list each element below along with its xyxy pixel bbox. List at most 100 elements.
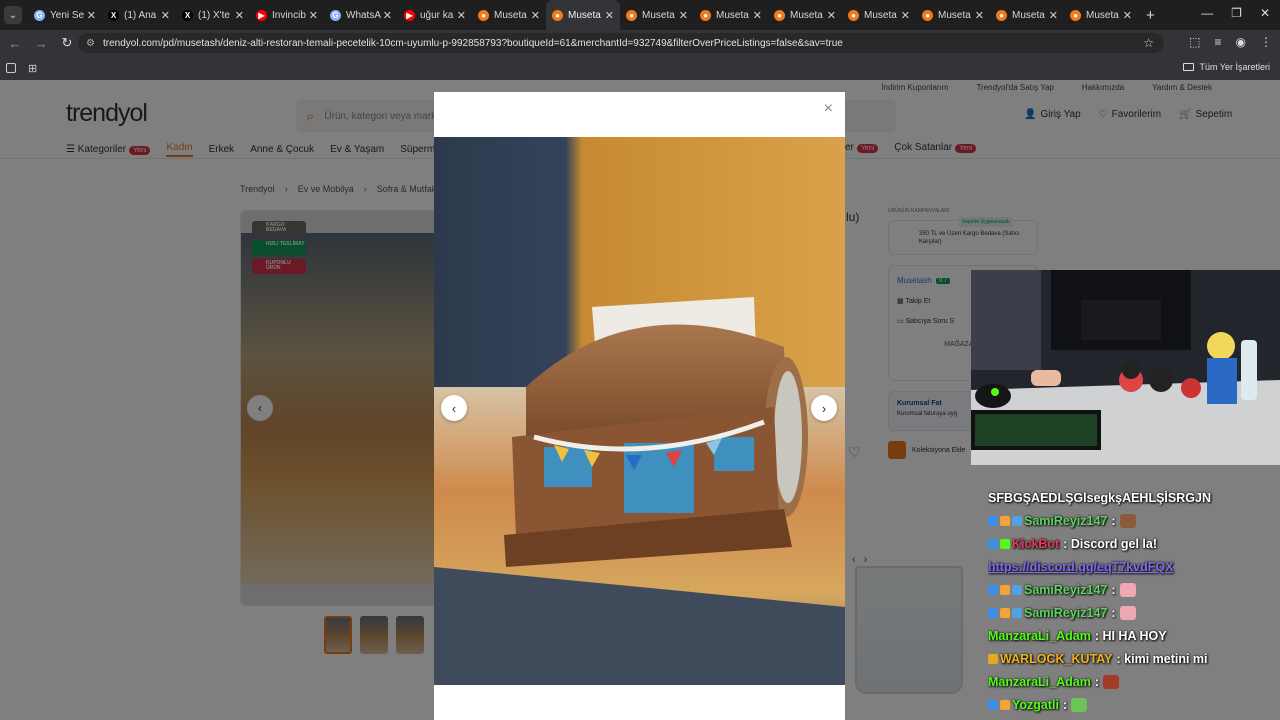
browser-tab[interactable]: ▶ Invincib ✕ <box>250 0 324 30</box>
tab-favicon-icon: ● <box>848 9 859 21</box>
url-text[interactable]: trendyol.com/pd/musetash/deniz-alti-rest… <box>103 38 843 49</box>
chat-text: : <box>1111 582 1116 597</box>
chat-username[interactable]: WARLOCK_KUTAY <box>1000 652 1113 666</box>
restore-icon[interactable]: ❐ <box>1231 6 1242 20</box>
minimize-icon[interactable]: — <box>1201 6 1213 20</box>
modal-prev-button[interactable]: ‹ <box>441 395 467 421</box>
tab-close-icon[interactable]: ✕ <box>309 9 318 22</box>
chat-username[interactable]: SamiReyiz147 <box>1024 514 1107 528</box>
tab-close-icon[interactable]: ✕ <box>975 9 984 22</box>
back-icon[interactable]: ← <box>4 36 26 51</box>
media-icon[interactable]: ≡ <box>1215 35 1222 49</box>
all-bookmarks[interactable]: Tüm Yer İşaretleri <box>1183 62 1270 72</box>
tab-close-icon[interactable]: ✕ <box>531 9 540 22</box>
tab-close-icon[interactable]: ✕ <box>605 9 614 22</box>
tab-favicon-icon: ● <box>626 9 637 21</box>
tissue-holder-photo <box>434 137 845 685</box>
chat-badge-icon <box>988 538 998 549</box>
apps-grid-icon[interactable]: ⊞ <box>28 62 37 75</box>
address-bar[interactable]: ⚙ trendyol.com/pd/musetash/deniz-alti-re… <box>78 33 1164 53</box>
all-bookmarks-label: Tüm Yer İşaretleri <box>1199 62 1270 72</box>
tab-close-icon[interactable]: ✕ <box>901 9 910 22</box>
folder-icon <box>1183 63 1195 71</box>
chat-badge-icon <box>1012 607 1022 618</box>
chat-badge-icon <box>1012 515 1022 526</box>
browser-tab[interactable]: ● Museta ✕ <box>1064 0 1138 30</box>
chat-message: KickBot: Discord gel la! <box>988 532 1280 555</box>
browser-tab[interactable]: ● Museta ✕ <box>916 0 990 30</box>
chat-text: : <box>1111 605 1116 620</box>
chat-badge-icon <box>988 515 998 526</box>
chat-badge-icon <box>1000 699 1010 710</box>
tab-close-icon[interactable]: ✕ <box>87 9 96 22</box>
extensions-icon[interactable]: ⬚ <box>1189 35 1200 49</box>
screen: ⌄ G Yeni Se ✕ X (1) Ana ✕ X (1) X'te ✕ ▶ Invincib ✕… <box>0 0 1280 720</box>
browser-tab[interactable]: ● Museta ✕ <box>842 0 916 30</box>
chat-message: https://discord.gg/eqT7kvdFQX <box>988 555 1280 578</box>
chat-username[interactable]: KickBot <box>1012 537 1059 551</box>
chat-emote-icon <box>1119 513 1136 528</box>
chat-badge-icon <box>988 699 998 710</box>
chat-username[interactable]: SamiReyiz147 <box>1024 583 1107 597</box>
chat-text: : kimi metini mi <box>1116 651 1208 666</box>
chat-text: : <box>1111 513 1116 528</box>
chat-message: ManzaraLi_Adam: HI HA HOY <box>988 624 1280 647</box>
tab-close-icon[interactable]: ✕ <box>679 9 688 22</box>
tab-title: Museta <box>568 9 601 21</box>
chat-username[interactable]: Yozgatli <box>1012 698 1059 712</box>
browser-tab[interactable]: X (1) X'te ✕ <box>176 0 250 30</box>
tab-title: WhatsA <box>346 9 381 21</box>
bookmark-star-icon[interactable]: ☆ <box>1143 36 1154 50</box>
tab-close-icon[interactable]: ✕ <box>457 9 466 22</box>
tab-title: Museta <box>1086 9 1119 21</box>
browser-tab[interactable]: G Yeni Se ✕ <box>28 0 102 30</box>
tab-favicon-icon: ▶ <box>404 9 415 21</box>
tab-title: Museta <box>790 9 823 21</box>
browser-tab[interactable]: ▶ uğur ka ✕ <box>398 0 472 30</box>
browser-tab[interactable]: X (1) Ana ✕ <box>102 0 176 30</box>
chat-link[interactable]: https://discord.gg/eqT7kvdFQX <box>988 560 1173 574</box>
browser-tab[interactable]: ● Museta ✕ <box>620 0 694 30</box>
new-tab-icon[interactable]: + <box>1146 7 1155 24</box>
browser-tab[interactable]: ● Museta ✕ <box>472 0 546 30</box>
browser-tab[interactable]: ● Museta ✕ <box>546 0 620 30</box>
tab-close-icon[interactable]: ✕ <box>1123 9 1132 22</box>
forward-icon[interactable]: → <box>30 36 52 51</box>
tab-close-icon[interactable]: ✕ <box>161 9 170 22</box>
tab-close-icon[interactable]: ✕ <box>383 9 392 22</box>
close-window-icon[interactable]: ✕ <box>1260 6 1270 20</box>
browser-tab[interactable]: ● Museta ✕ <box>768 0 842 30</box>
chat-username[interactable]: ManzaraLi_Adam <box>988 629 1091 643</box>
tab-favicon-icon: ● <box>996 9 1007 21</box>
modal-next-button[interactable]: › <box>811 395 837 421</box>
tab-close-icon[interactable]: ✕ <box>827 9 836 22</box>
tab-title: Museta <box>864 9 897 21</box>
tab-search-icon[interactable]: ⌄ <box>4 6 22 24</box>
reload-icon[interactable]: ↻ <box>56 35 78 51</box>
browser-tab[interactable]: ● Museta ✕ <box>990 0 1064 30</box>
toolbar-actions: ⬚ ≡ ◉ ⋮ <box>1189 35 1272 49</box>
tab-strip: G Yeni Se ✕ X (1) Ana ✕ X (1) X'te ✕ ▶ Invincib ✕ G W… <box>28 0 1138 30</box>
tab-title: (1) X'te <box>198 9 230 21</box>
tab-favicon-icon: ▶ <box>256 9 267 21</box>
tab-favicon-icon: ● <box>922 9 933 21</box>
browser-tab[interactable]: ● Museta ✕ <box>694 0 768 30</box>
tab-title: (1) Ana <box>124 9 157 21</box>
chat-message: SamiReyiz147: <box>988 509 1280 532</box>
chat-username[interactable]: ManzaraLi_Adam <box>988 675 1091 689</box>
chat-message: ManzaraLi_Adam: <box>988 670 1280 693</box>
chat-text: SFBGŞAEDLŞGlsegkşAEHLŞİSRGJN <box>988 490 1211 505</box>
close-icon[interactable]: × <box>824 100 833 118</box>
bookmarks-bar: ⊞ Tüm Yer İşaretleri <box>0 56 1280 80</box>
bookmark-page-icon[interactable] <box>6 63 16 73</box>
tab-title: Invincib <box>272 9 306 21</box>
menu-icon[interactable]: ⋮ <box>1260 35 1272 49</box>
tab-close-icon[interactable]: ✕ <box>1049 9 1058 22</box>
site-info-icon[interactable]: ⚙ <box>86 38 95 49</box>
tab-close-icon[interactable]: ✕ <box>235 9 244 22</box>
profile-icon[interactable]: ◉ <box>1236 35 1246 49</box>
chat-username[interactable]: SamiReyiz147 <box>1024 606 1107 620</box>
tab-close-icon[interactable]: ✕ <box>753 9 762 22</box>
zoomed-product-image[interactable]: ‹ › <box>434 137 845 685</box>
browser-tab[interactable]: G WhatsA ✕ <box>324 0 398 30</box>
